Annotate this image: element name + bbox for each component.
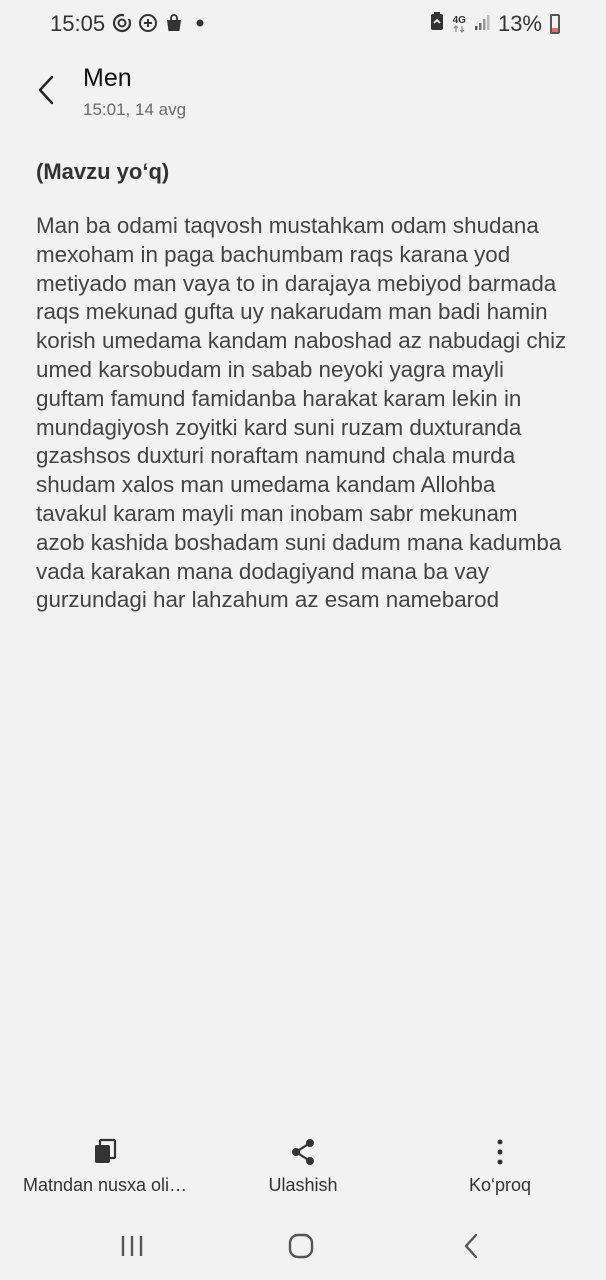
message-body: Man ba odami taqvosh mustahkam odam shud… [36, 213, 567, 613]
network-4g-icon: 4G [452, 14, 466, 33]
share-icon [290, 1130, 316, 1174]
share-label: Ulashish [268, 1175, 338, 1195]
battery-saver-icon [429, 11, 445, 37]
more-label: Ko‘proq [468, 1175, 532, 1195]
nav-back-button[interactable] [446, 1226, 496, 1266]
sync-icon [112, 13, 132, 33]
share-button[interactable]: Ulashish [253, 1130, 353, 1210]
network-type-label: 4G [452, 14, 466, 26]
back-icon [464, 1233, 478, 1259]
home-button[interactable] [276, 1226, 326, 1266]
sender-name: Men [83, 64, 132, 92]
chevron-left-icon [38, 75, 54, 105]
status-time: 15:05 [50, 11, 106, 36]
recents-icon [121, 1236, 143, 1256]
notification-icons [112, 13, 210, 33]
more-button[interactable]: Ko‘proq [450, 1130, 550, 1210]
message-header: Men 15:01, 14 avg [0, 56, 606, 126]
copy-icon [92, 1130, 118, 1174]
status-bar: 15:05 4G 13% [0, 0, 606, 50]
add-circle-icon [138, 13, 158, 33]
copy-text-label: Matndan nusxa oli… [22, 1175, 188, 1195]
back-button[interactable] [26, 70, 66, 110]
bottom-actions: Matndan nusxa oli… Ulashish Ko‘proq [0, 1130, 606, 1210]
copy-text-button[interactable]: Matndan nusxa oli… [14, 1130, 196, 1210]
battery-percent: 13% [497, 11, 542, 36]
battery-icon [550, 14, 560, 34]
navigation-bar [0, 1216, 606, 1276]
shopping-bag-icon [164, 13, 184, 33]
message-timestamp: 15:01, 14 avg [83, 100, 187, 119]
home-icon [288, 1233, 314, 1259]
message-view-screen: 15:05 4G 13% Men 15:01, 14 avg (Mavzu yo… [0, 0, 606, 1280]
status-right-group: 4G 13% [429, 11, 560, 37]
dot-icon [190, 13, 210, 33]
signal-icon [474, 11, 490, 37]
message-subject: (Mavzu yo‘q) [36, 159, 170, 184]
recents-button[interactable] [107, 1226, 157, 1266]
more-vertical-icon [495, 1130, 505, 1174]
